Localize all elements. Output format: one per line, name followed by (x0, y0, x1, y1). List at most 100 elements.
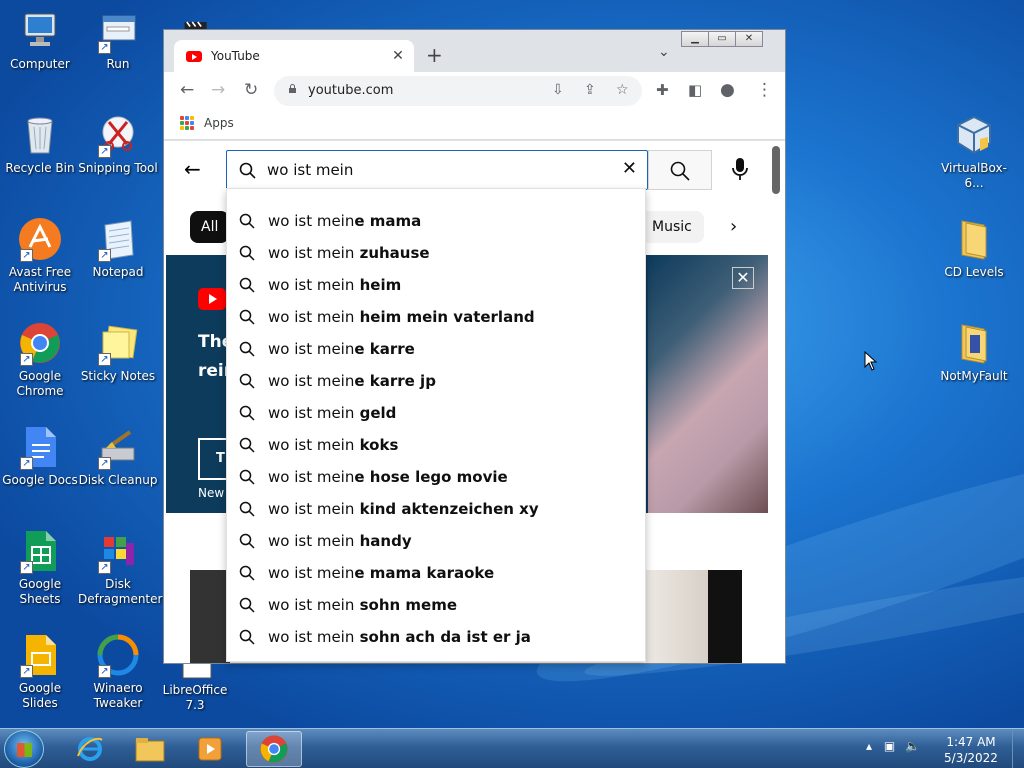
forward-arrow-icon[interactable]: → (211, 80, 225, 100)
volume-icon[interactable]: 🔈 (905, 739, 920, 753)
clock-time: 1:47 AM (946, 735, 996, 749)
apps-grid-icon[interactable] (180, 116, 194, 130)
banner-image (648, 255, 768, 513)
search-suggestion[interactable]: wo ist mein sohn meme (227, 589, 645, 621)
desktop-icon-notepad[interactable]: ↗ Notepad (78, 216, 158, 280)
search-suggestion[interactable]: wo ist mein heim (227, 269, 645, 301)
suggestion-completion-text: zuhause (354, 244, 430, 262)
network-icon[interactable]: ▣ (884, 739, 895, 753)
desktop-icon-partial[interactable] (160, 4, 240, 30)
desktop-icon-google-docs[interactable]: ↗ Google Docs (0, 424, 80, 488)
share-icon[interactable]: ⇪ (584, 82, 596, 98)
taskbar-internet-explorer[interactable] (62, 731, 118, 767)
profile-avatar-icon[interactable]: ● (720, 80, 735, 100)
desktop-icon-disk-cleanup[interactable]: ↗ Disk Cleanup (78, 424, 158, 488)
search-suggestion[interactable]: wo ist mein koks (227, 429, 645, 461)
page-scrollbar-thumb[interactable] (772, 146, 780, 194)
chrome-icon (260, 735, 288, 763)
search-suggestion[interactable]: wo ist mein geld (227, 397, 645, 429)
desktop-icon-label: Winaero Tweaker (93, 681, 143, 710)
desktop-icon-recycle-bin[interactable]: Recycle Bin (0, 112, 80, 176)
desktop-icon-libreoffice[interactable]: LibreOffice 7.3 (155, 660, 235, 713)
search-suggestion[interactable]: wo ist mein e karre jp (227, 365, 645, 397)
search-suggestion[interactable]: wo ist mein e mama karaoke (227, 557, 645, 589)
banner-close-icon[interactable]: ✕ (732, 267, 754, 289)
desktop-icon-run[interactable]: ↗ Run (78, 8, 158, 72)
desktop-icon-disk-defragmenter[interactable]: ↗ Disk Defragmenter (78, 528, 162, 607)
desktop-icon-sticky-notes[interactable]: ↗ Sticky Notes (78, 320, 158, 384)
youtube-logo-icon (198, 288, 226, 310)
desktop-icon-cd-levels[interactable]: CD Levels (934, 216, 1014, 280)
youtube-search-input[interactable]: wo ist mein ✕ (226, 150, 648, 190)
suggestion-typed-text: wo ist mein (268, 244, 355, 262)
extensions-puzzle-icon[interactable]: ✚ (656, 80, 669, 100)
show-desktop-button[interactable] (1012, 729, 1024, 768)
reload-icon[interactable]: ↻ (244, 80, 258, 100)
taskbar-clock[interactable]: 1:47 AM 5/3/2022 (936, 734, 1006, 766)
suggestion-typed-text: wo ist mein (268, 468, 355, 486)
taskbar-media-player[interactable] (182, 731, 238, 767)
taskbar-file-explorer[interactable] (122, 731, 178, 767)
search-suggestion[interactable]: wo ist mein sohn ach da ist er ja (227, 621, 645, 653)
suggestion-completion-text: sohn ach da ist er ja (354, 628, 531, 646)
minimize-button[interactable]: ▁ (681, 31, 709, 47)
suggestion-completion-text: e mama (354, 212, 422, 230)
start-button[interactable] (4, 730, 44, 768)
search-suggestion[interactable]: wo ist mein heim mein vaterland (227, 301, 645, 333)
system-tray: ▴ ▣ 🔈 (866, 739, 920, 753)
shortcut-arrow-icon: ↗ (98, 145, 111, 158)
shortcut-arrow-icon: ↗ (98, 249, 111, 262)
tray-expand-icon[interactable]: ▴ (866, 739, 872, 753)
folder-icon (952, 216, 996, 262)
desktop-icon-google-chrome[interactable]: ↗ Google Chrome (0, 320, 80, 399)
desktop-icon-google-slides[interactable]: ↗ Google Slides (0, 632, 80, 711)
suggestion-completion-text: kind aktenzeichen xy (354, 500, 539, 518)
scissors-icon: ↗ (96, 112, 140, 158)
close-window-button[interactable]: ✕ (735, 31, 763, 47)
back-arrow-icon[interactable]: ← (180, 80, 194, 100)
search-suggestion[interactable]: wo ist mein e hose lego movie (227, 461, 645, 493)
chip-all[interactable]: All (190, 211, 230, 243)
bookmark-star-icon[interactable]: ☆ (616, 82, 629, 98)
desktop-icon-winaero-tweaker[interactable]: ↗ Winaero Tweaker (78, 632, 158, 711)
search-suggestion[interactable]: wo ist mein e mama (227, 205, 645, 237)
search-suggestion[interactable]: wo ist mein handy (227, 525, 645, 557)
search-suggestion[interactable]: wo ist mein zuhause (227, 237, 645, 269)
chips-next-chevron-icon[interactable]: › (730, 216, 737, 237)
new-tab-button[interactable]: + (426, 44, 443, 66)
maximize-button[interactable]: ▭ (708, 31, 736, 47)
chrome-menu-icon[interactable]: ⋮ (756, 80, 773, 100)
suggestion-completion-text: e hose lego movie (354, 468, 508, 486)
disk-defragmenter-icon: ↗ (96, 528, 140, 574)
banner-new-text: New (198, 486, 225, 500)
desktop-icon-label: Google Slides (18, 681, 62, 710)
address-bar[interactable]: youtube.com ⇩ ⇪ ☆ (274, 76, 642, 106)
install-app-icon[interactable]: ⇩ (552, 82, 564, 98)
chip-music[interactable]: Music (640, 211, 704, 243)
clear-search-icon[interactable]: ✕ (622, 158, 637, 179)
apps-bookmark-label[interactable]: Apps (204, 116, 234, 130)
desktop-icon-label: NotMyFault (940, 369, 1008, 383)
video-thumbnail[interactable] (190, 570, 230, 663)
desktop-icon-virtualbox[interactable]: VirtualBox-6... (934, 112, 1014, 191)
desktop-icon-computer[interactable]: Computer (0, 8, 80, 72)
desktop-icon-avast[interactable]: ↗ Avast Free Antivirus (0, 216, 80, 295)
side-panel-icon[interactable]: ◧ (688, 80, 702, 100)
desktop-icon-google-sheets[interactable]: ↗ Google Sheets (0, 528, 80, 607)
desktop-icon-notmyfault[interactable]: NotMyFault (934, 320, 1014, 384)
suggestion-typed-text: wo ist mein (268, 564, 355, 582)
tab-search-chevron-icon[interactable]: ⌄ (658, 44, 670, 60)
microphone-icon[interactable] (730, 157, 750, 181)
suggestion-typed-text: wo ist mein (268, 628, 355, 646)
desktop-icon-snipping-tool[interactable]: ↗ Snipping Tool (78, 112, 158, 176)
taskbar-google-chrome[interactable] (246, 731, 302, 767)
search-button[interactable] (648, 150, 712, 190)
search-suggestion[interactable]: wo ist mein kind aktenzeichen xy (227, 493, 645, 525)
search-suggestion[interactable]: wo ist mein e karre (227, 333, 645, 365)
shortcut-arrow-icon: ↗ (98, 561, 111, 574)
tab-youtube[interactable]: YouTube ✕ (174, 40, 414, 72)
video-thumbnail[interactable] (646, 570, 742, 663)
search-icon (239, 565, 257, 581)
search-back-arrow-icon[interactable]: ← (184, 157, 201, 181)
tab-close-icon[interactable]: ✕ (388, 48, 408, 64)
